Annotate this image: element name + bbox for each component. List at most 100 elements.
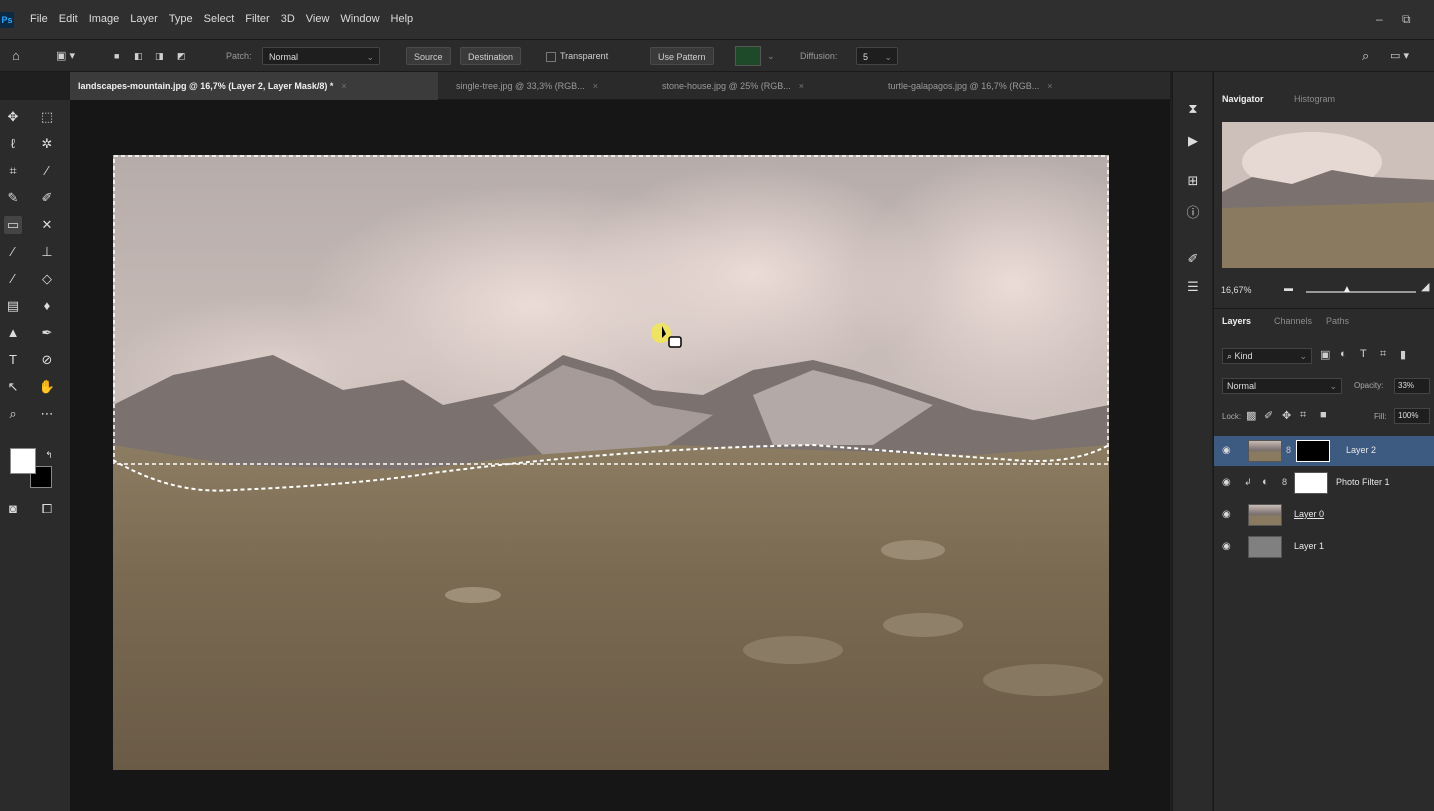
foreground-color-swatch[interactable] [10, 448, 36, 474]
lock-transparent-icon[interactable]: ▩ [1246, 409, 1256, 422]
tab-histogram[interactable]: Histogram [1294, 94, 1335, 104]
magic-wand-tool-icon[interactable]: ✲ [38, 135, 56, 153]
patch-tool-preset-icon[interactable]: ▣ ▾ [56, 47, 75, 65]
lasso-tool-icon[interactable]: ℓ [4, 135, 22, 153]
add-selection-icon[interactable]: ◧ [134, 47, 143, 65]
layer-row-layer-0[interactable]: ◉ Layer 0 [1214, 500, 1434, 530]
minimize-icon[interactable]: – [1376, 12, 1383, 26]
move-tool-icon[interactable]: ✥ [4, 108, 22, 126]
quick-mask-icon[interactable]: ◙ [4, 500, 22, 518]
filter-adjustment-icon[interactable]: ◐ [1340, 348, 1347, 360]
zoom-out-icon[interactable]: ▬ [1284, 283, 1293, 293]
visibility-eye-icon[interactable]: ◉ [1222, 509, 1231, 520]
chain-link-icon[interactable]: 8 [1282, 477, 1287, 487]
filter-type-icon[interactable]: T [1360, 348, 1367, 360]
brush-tool-icon[interactable]: ✐ [38, 189, 56, 207]
pattern-swatch[interactable] [735, 46, 761, 66]
visibility-eye-icon[interactable]: ◉ [1222, 477, 1231, 488]
zoom-tool-icon[interactable]: ⌕ [4, 405, 22, 423]
tab-paths[interactable]: Paths [1326, 316, 1349, 326]
menu-select[interactable]: Select [204, 13, 235, 25]
content-aware-move-tool-icon[interactable]: ✕ [38, 216, 56, 234]
dodge-tool-icon[interactable]: ▲ [4, 324, 22, 342]
transparent-checkbox[interactable]: Transparent [546, 47, 608, 65]
brushes-panel-icon[interactable]: ✐ [1184, 250, 1202, 268]
visibility-eye-icon[interactable]: ◉ [1222, 445, 1231, 456]
destination-button[interactable]: Destination [460, 47, 522, 65]
lock-all-icon[interactable]: ■ [1320, 409, 1327, 421]
type-tool-icon[interactable]: T [4, 351, 22, 369]
layer-mask-thumbnail[interactable] [1296, 440, 1330, 462]
adjustments-panel-icon[interactable]: ☰ [1184, 278, 1202, 296]
diffusion-input[interactable]: 5 ⌄ [856, 47, 898, 65]
layer-mask-thumbnail[interactable] [1294, 472, 1328, 494]
layer-filter-select[interactable]: ⌕ Kind ⌄ [1222, 348, 1312, 364]
tab-navigator[interactable]: Navigator [1222, 94, 1264, 104]
eraser-tool-icon[interactable]: ◇ [38, 270, 56, 288]
path-tool-icon[interactable]: ⊘ [38, 351, 56, 369]
gradient-tool-icon[interactable]: ▤ [4, 297, 22, 315]
tab-stone-house[interactable]: stone-house.jpg @ 25% (RGB... × [654, 72, 858, 100]
chain-link-icon[interactable]: 8 [1286, 445, 1291, 455]
new-selection-icon[interactable]: ■ [114, 47, 119, 65]
workspace-icon[interactable]: ▭ ▾ [1390, 47, 1409, 65]
pen-tool-icon[interactable]: ✒ [38, 324, 56, 342]
menu-view[interactable]: View [306, 13, 330, 25]
menu-image[interactable]: Image [89, 13, 120, 25]
menu-edit[interactable]: Edit [59, 13, 78, 25]
clone-stamp-tool-icon[interactable]: ⊥ [38, 243, 56, 261]
search-icon[interactable]: ⌕ [1362, 47, 1369, 65]
layer-name[interactable]: Layer 1 [1294, 541, 1324, 551]
tab-turtle-galapagos[interactable]: turtle-galapagos.jpg @ 16,7% (RGB... × [880, 72, 1130, 100]
lock-position-icon[interactable]: ✥ [1282, 409, 1291, 422]
document-canvas[interactable] [113, 155, 1109, 770]
blur-tool-icon[interactable]: ♦ [38, 297, 56, 315]
layer-row-layer-2[interactable]: ◉ 8 Layer 2 [1214, 436, 1434, 466]
zoom-slider[interactable] [1306, 291, 1416, 293]
menu-help[interactable]: Help [391, 13, 414, 25]
screen-mode-icon[interactable]: ⧠ [38, 500, 56, 518]
source-button[interactable]: Source [406, 47, 451, 65]
intersect-selection-icon[interactable]: ◩ [177, 47, 186, 65]
brush-icon[interactable]: ∕ [4, 243, 22, 261]
swap-colors-icon[interactable]: ↰ [40, 446, 58, 464]
menu-window[interactable]: Window [340, 13, 379, 25]
home-icon[interactable]: ⌂ [12, 47, 20, 65]
spot-healing-tool-icon[interactable]: ✎ [4, 189, 22, 207]
selection-tool-icon[interactable]: ↖ [4, 378, 22, 396]
menu-layer[interactable]: Layer [130, 13, 158, 25]
history-panel-icon[interactable]: ⧗ [1184, 100, 1202, 118]
menu-filter[interactable]: Filter [245, 13, 269, 25]
menu-type[interactable]: Type [169, 13, 193, 25]
menu-file[interactable]: File [30, 13, 48, 25]
opacity-input[interactable]: 33% [1394, 378, 1430, 394]
more-tools-icon[interactable]: ⋯ [38, 405, 56, 423]
canvas-area[interactable] [70, 100, 1170, 811]
zoom-slider-thumb[interactable]: ▲ [1342, 284, 1352, 295]
fill-input[interactable]: 100% [1394, 408, 1430, 424]
use-pattern-button[interactable]: Use Pattern [650, 47, 714, 65]
crop-tool-icon[interactable]: ⌗ [4, 162, 22, 180]
info-icon[interactable]: ⓘ [1184, 204, 1202, 222]
patch-mode-select[interactable]: Normal ⌄ [262, 47, 380, 65]
filter-pixel-icon[interactable]: ▣ [1320, 348, 1330, 361]
visibility-eye-icon[interactable]: ◉ [1222, 541, 1231, 552]
history-brush-tool-icon[interactable]: ∕ [4, 270, 22, 288]
lock-artboard-icon[interactable]: ⌗ [1300, 409, 1306, 422]
layer-name[interactable]: Photo Filter 1 [1336, 477, 1390, 487]
restore-icon[interactable]: ⧉ [1402, 12, 1411, 27]
libraries-icon[interactable]: ⊞ [1184, 172, 1202, 190]
hand-tool-icon[interactable]: ✋ [38, 378, 56, 396]
eyedropper-tool-icon[interactable]: ⁄ [38, 162, 56, 180]
tab-landscapes-mountain[interactable]: landscapes-mountain.jpg @ 16,7% (Layer 2… [70, 72, 438, 100]
zoom-value[interactable]: 16,67% [1221, 285, 1252, 295]
filter-smart-object-icon[interactable]: ▮ [1400, 348, 1406, 361]
blend-mode-select[interactable]: Normal ⌄ [1222, 378, 1342, 394]
tab-layers[interactable]: Layers [1222, 316, 1251, 326]
layer-name[interactable]: Layer 2 [1346, 445, 1376, 455]
subtract-selection-icon[interactable]: ◨ [155, 47, 164, 65]
chevron-down-icon[interactable]: ⌄ [767, 47, 775, 65]
layer-row-layer-1[interactable]: ◉ Layer 1 [1214, 532, 1434, 562]
tab-single-tree[interactable]: single-tree.jpg @ 33,3% (RGB... × [448, 72, 648, 100]
layer-row-photo-filter-1[interactable]: ◉ ↲ ◐ 8 Photo Filter 1 [1214, 468, 1434, 498]
